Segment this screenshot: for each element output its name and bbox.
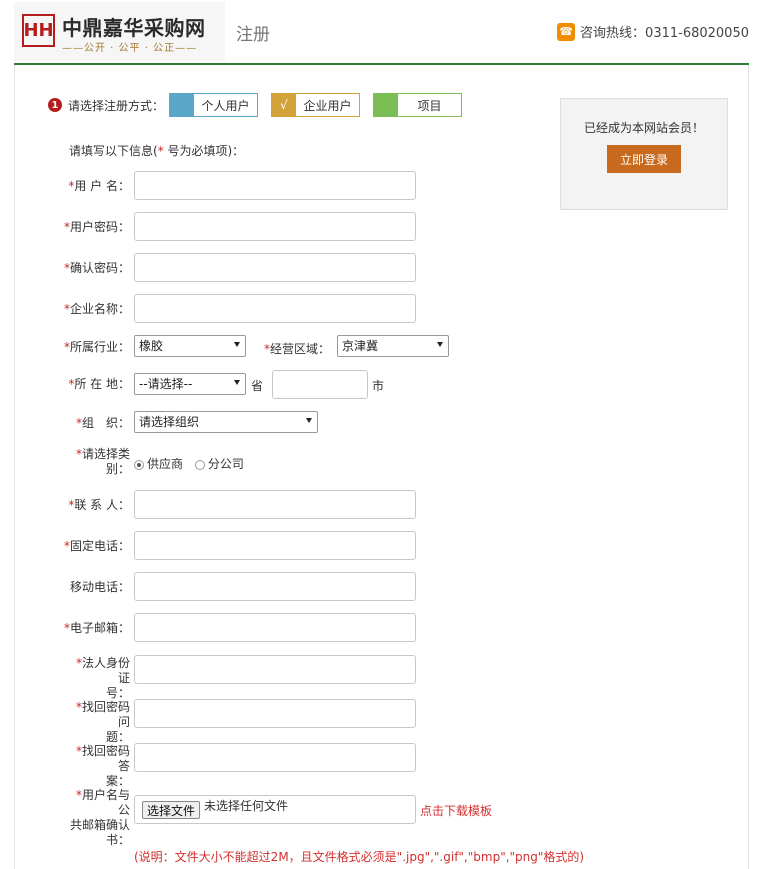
username-input[interactable] xyxy=(134,171,416,200)
hotline: ☎ 咨询热线：0311-68020050 xyxy=(557,22,749,41)
category-label: *请选择类 别： xyxy=(75,447,130,476)
intro-suffix: 号为必填项)： xyxy=(163,144,245,158)
choose-file-button[interactable]: 选择文件 xyxy=(142,801,200,819)
member-text: 已经成为本网站会员！ xyxy=(583,121,704,135)
security-question-input[interactable] xyxy=(134,699,416,728)
page-title: 注册 xyxy=(236,25,270,45)
logo-slogan: ——公开 · 公平 · 公正—— xyxy=(62,43,198,54)
category-supplier-radio[interactable]: 供应商 xyxy=(134,457,183,471)
security-answer-label: *找回密码答 案： xyxy=(75,744,130,788)
mobile-label: 移动电话： xyxy=(69,580,130,594)
chevron-down-icon xyxy=(234,342,240,347)
city-unit: 市 xyxy=(372,379,385,393)
confirm-password-label: *确认密码： xyxy=(63,261,130,275)
register-type-row: 1 请选择注册方式： xyxy=(48,93,170,117)
logo-icon: HH xyxy=(22,14,55,47)
security-question-label: *找回密码问 题： xyxy=(75,700,130,744)
email-label: *电子邮箱： xyxy=(63,621,130,635)
industry-select[interactable]: 橡胶 xyxy=(134,335,246,357)
region-select[interactable]: 京津冀 xyxy=(337,335,449,357)
check-icon: √ xyxy=(272,94,296,116)
type-project-button[interactable]: 项目 xyxy=(373,93,462,117)
phone-input[interactable] xyxy=(134,531,416,560)
register-type-label: 请选择注册方式： xyxy=(68,98,165,113)
province-unit: 省 xyxy=(251,379,264,393)
password-input[interactable] xyxy=(134,212,416,241)
chevron-down-icon xyxy=(437,342,443,347)
city-input[interactable] xyxy=(272,370,368,399)
category-options: 供应商 分公司 xyxy=(134,455,244,472)
chevron-down-icon xyxy=(234,380,240,385)
form-intro: 请填写以下信息(* 号为必填项)： xyxy=(69,142,244,159)
type-enterprise-label: 企业用户 xyxy=(303,98,352,113)
org-label: *组 织： xyxy=(75,416,130,430)
confirm-password-input[interactable] xyxy=(134,253,416,282)
phone-label: *固定电话： xyxy=(63,539,130,553)
logo-title: 中鼎嘉华采购网 xyxy=(62,16,206,40)
logo[interactable]: HH 中鼎嘉华采购网 ——公开 · 公平 · 公正—— xyxy=(14,2,225,61)
intro-text: 请填写以下信息( xyxy=(69,144,158,158)
download-template-link[interactable]: 点击下载模板 xyxy=(420,802,492,819)
province-select[interactable]: --请选择-- xyxy=(134,373,246,395)
company-name-label: *企业名称： xyxy=(63,302,130,316)
member-login-box: 已经成为本网站会员！ 立即登录 xyxy=(560,98,728,210)
industry-label: *所属行业： xyxy=(63,340,130,354)
type-personal-button[interactable]: 个人用户 xyxy=(169,93,258,117)
mobile-input[interactable] xyxy=(134,572,416,601)
confirm-book-label: *用户名与公 共邮箱确认 书： xyxy=(69,788,130,847)
file-format-note: (说明：文件大小不能超过2M，且文件格式必须是".jpg",".gif","bm… xyxy=(134,850,585,864)
password-label: *用户密码： xyxy=(63,220,130,234)
idcard-input[interactable] xyxy=(134,655,416,684)
region-label: *经营区域： xyxy=(264,342,331,356)
type-enterprise-button[interactable]: √ 企业用户 xyxy=(271,93,360,117)
org-select[interactable]: 请选择组织 xyxy=(134,411,318,433)
contact-input[interactable] xyxy=(134,490,416,519)
category-branch-radio[interactable]: 分公司 xyxy=(194,457,244,471)
company-name-input[interactable] xyxy=(134,294,416,323)
chevron-down-icon xyxy=(306,418,312,423)
header: HH 中鼎嘉华采购网 ——公开 · 公平 · 公正—— 注册 ☎ 咨询热线：03… xyxy=(0,0,761,64)
phone-icon: ☎ xyxy=(557,22,576,41)
type-project-label: 项目 xyxy=(417,98,442,113)
email-input[interactable] xyxy=(134,613,416,642)
hotline-text: 咨询热线：0311-68020050 xyxy=(580,26,749,41)
step-number-badge: 1 xyxy=(48,98,62,112)
type-project-swatch xyxy=(374,94,398,116)
username-label: *用 户 名： xyxy=(68,179,130,193)
login-button[interactable]: 立即登录 xyxy=(607,145,681,173)
security-answer-input[interactable] xyxy=(134,743,416,772)
type-personal-swatch xyxy=(170,94,194,116)
type-personal-label: 个人用户 xyxy=(201,98,250,113)
location-label: *所 在 地： xyxy=(68,377,130,391)
contact-label: *联 系 人： xyxy=(68,498,130,512)
idcard-label: *法人身份证 号： xyxy=(75,656,130,700)
file-status: 未选择任何文件 xyxy=(204,799,289,813)
